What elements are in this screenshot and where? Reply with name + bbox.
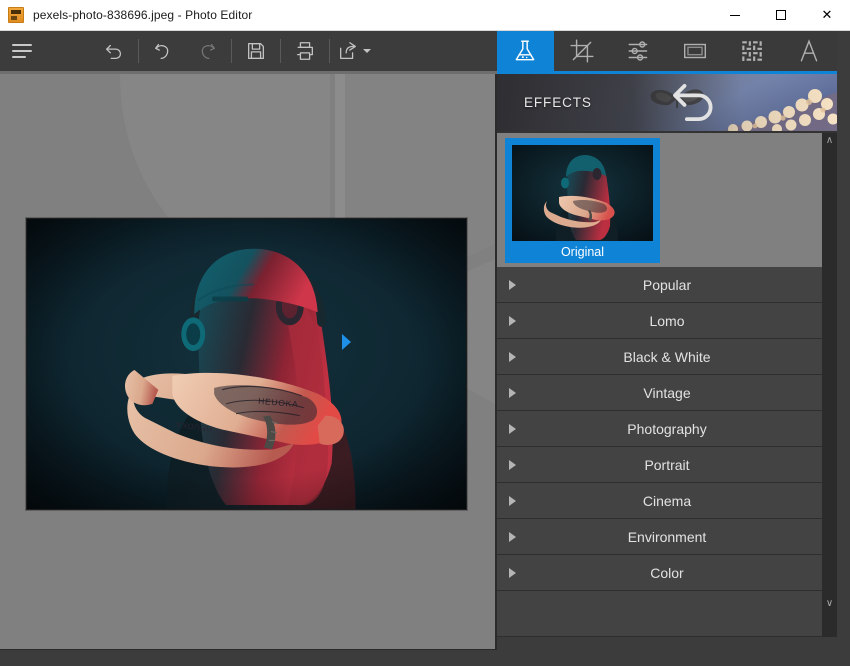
share-icon bbox=[340, 42, 356, 59]
chevron-right-icon bbox=[509, 423, 516, 434]
category-portrait[interactable]: Portrait bbox=[497, 447, 837, 483]
tab-texture[interactable] bbox=[724, 31, 781, 71]
window-title: pexels-photo-838696.jpeg - Photo Editor bbox=[33, 8, 253, 22]
photo-editor-window: pexels-photo-838696.jpeg - Photo Editor … bbox=[0, 0, 850, 666]
reset-arrow-icon[interactable] bbox=[524, 74, 837, 131]
effect-thumb-image bbox=[512, 145, 653, 241]
category-photography[interactable]: Photography bbox=[497, 411, 837, 447]
menu-button[interactable] bbox=[0, 31, 44, 71]
chevron-right-icon bbox=[509, 531, 516, 542]
toolbar-separator bbox=[231, 39, 232, 63]
main-toolbar bbox=[0, 31, 497, 71]
hamburger-icon bbox=[12, 44, 32, 58]
photo-preview[interactable]: HEUOKA HEUOKA bbox=[26, 218, 467, 510]
category-label: Black & White bbox=[623, 348, 711, 365]
close-icon: ✕ bbox=[821, 7, 833, 23]
window-controls: ✕ bbox=[712, 0, 850, 31]
image-canvas[interactable]: HEUOKA HEUOKA bbox=[0, 74, 495, 649]
category-label: Popular bbox=[642, 276, 692, 293]
print-icon bbox=[297, 42, 313, 60]
category-popular[interactable]: Popular bbox=[497, 267, 837, 303]
category-black-and-white[interactable]: Black & White bbox=[497, 339, 837, 375]
maximize-button[interactable] bbox=[758, 0, 804, 31]
tab-crop[interactable] bbox=[554, 31, 611, 71]
panel-footer bbox=[497, 637, 837, 666]
chevron-right-icon bbox=[509, 459, 516, 470]
share-button[interactable] bbox=[332, 31, 376, 71]
effects-header: EFFECTS bbox=[524, 74, 713, 131]
chevron-right-icon bbox=[509, 351, 516, 362]
revert-button[interactable] bbox=[92, 31, 136, 71]
toolbar-separator bbox=[138, 39, 139, 63]
tab-text[interactable] bbox=[780, 31, 837, 71]
text-a-icon bbox=[800, 39, 817, 62]
category-label: Cinema bbox=[642, 492, 692, 509]
minimize-icon bbox=[730, 14, 740, 16]
app-icon bbox=[8, 7, 24, 23]
redo-button[interactable] bbox=[185, 31, 229, 71]
tab-adjust[interactable] bbox=[610, 31, 667, 71]
scroll-up-icon[interactable]: ∧ bbox=[826, 136, 833, 146]
category-label: Portrait bbox=[644, 456, 690, 473]
chevron-right-icon bbox=[509, 279, 516, 290]
title-bar: pexels-photo-838696.jpeg - Photo Editor … bbox=[0, 0, 850, 31]
category-vintage[interactable]: Vintage bbox=[497, 375, 837, 411]
redo-icon bbox=[201, 43, 215, 59]
category-cinema[interactable]: Cinema bbox=[497, 483, 837, 519]
sliders-icon bbox=[628, 41, 647, 61]
crop-icon bbox=[570, 39, 594, 63]
toolbar-separator bbox=[329, 39, 330, 63]
category-label: Color bbox=[650, 564, 684, 581]
revert-icon bbox=[106, 44, 121, 59]
thumbnail-scrollbar[interactable]: ∧ bbox=[822, 133, 837, 267]
category-scrollbar[interactable]: ∨ bbox=[822, 267, 837, 637]
tab-frame[interactable] bbox=[667, 31, 724, 71]
print-button[interactable] bbox=[283, 31, 327, 71]
panel-right-edge bbox=[837, 31, 850, 666]
undo-icon bbox=[155, 43, 169, 59]
chevron-right-icon bbox=[509, 495, 516, 506]
minimize-button[interactable] bbox=[712, 0, 758, 31]
category-list-filler bbox=[497, 591, 837, 637]
category-label: Environment bbox=[627, 528, 707, 545]
panel-tabs bbox=[497, 31, 837, 71]
category-lomo[interactable]: Lomo bbox=[497, 303, 837, 339]
chevron-down-icon bbox=[363, 49, 371, 53]
chevron-right-icon bbox=[509, 567, 516, 578]
effect-thumb-original[interactable]: Original bbox=[505, 138, 660, 263]
panel-collapse-handle[interactable] bbox=[342, 334, 351, 350]
status-bar bbox=[0, 649, 497, 666]
photo-image: HEUOKA HEUOKA bbox=[27, 219, 466, 509]
frame-icon bbox=[684, 43, 707, 59]
effects-panel: EFFECTS Original ∧ Popular Lomo Black & … bbox=[497, 31, 850, 666]
save-icon bbox=[248, 43, 264, 59]
category-label: Vintage bbox=[643, 384, 691, 401]
category-color[interactable]: Color bbox=[497, 555, 837, 591]
save-button[interactable] bbox=[234, 31, 278, 71]
thumb-photo bbox=[512, 145, 653, 241]
tab-effects[interactable] bbox=[497, 31, 554, 71]
close-button[interactable]: ✕ bbox=[804, 0, 850, 31]
category-label: Lomo bbox=[649, 312, 685, 329]
flask-icon bbox=[515, 40, 535, 61]
chevron-right-icon bbox=[509, 387, 516, 398]
effect-thumbnails: Original bbox=[497, 133, 822, 267]
category-environment[interactable]: Environment bbox=[497, 519, 837, 555]
undo-button[interactable] bbox=[141, 31, 185, 71]
effect-thumb-label: Original bbox=[560, 245, 605, 259]
texture-icon bbox=[742, 41, 762, 61]
category-label: Photography bbox=[627, 420, 707, 437]
effect-category-list: Popular Lomo Black & White Vintage Photo… bbox=[497, 267, 837, 591]
toolbar-separator bbox=[280, 39, 281, 63]
maximize-icon bbox=[776, 10, 786, 20]
chevron-right-icon bbox=[509, 315, 516, 326]
effects-banner: EFFECTS bbox=[497, 74, 837, 131]
scroll-down-icon[interactable]: ∨ bbox=[822, 598, 837, 609]
